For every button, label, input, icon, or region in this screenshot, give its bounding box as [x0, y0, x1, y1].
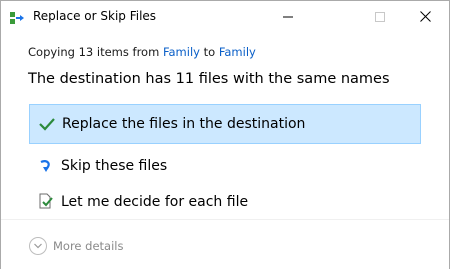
replace-skip-dialog: Replace or Skip Files Copying 13 items f…	[0, 0, 450, 269]
more-details-label: More details	[53, 239, 124, 253]
maximize-button[interactable]	[357, 1, 403, 32]
decide-each-option[interactable]: Let me decide for each file	[29, 182, 421, 222]
minimize-button[interactable]	[265, 1, 311, 32]
decide-files-icon	[37, 193, 55, 211]
replace-files-label: Replace the files in the destination	[62, 116, 306, 132]
conflict-heading: The destination has 11 files with the sa…	[28, 71, 390, 87]
replace-files-option[interactable]: Replace the files in the destination	[29, 104, 421, 144]
decide-each-label: Let me decide for each file	[61, 194, 249, 210]
window-title: Replace or Skip Files	[33, 9, 157, 23]
skip-files-option[interactable]: Skip these files	[29, 146, 421, 186]
close-icon	[419, 7, 431, 26]
copy-prefix: Copying 13 items from	[28, 45, 160, 59]
destination-folder-link[interactable]: Family	[219, 45, 256, 59]
more-details-toggle[interactable]: More details	[29, 237, 123, 255]
dialog-footer: More details	[1, 219, 449, 269]
source-folder-link[interactable]: Family	[163, 45, 200, 59]
chevron-down-icon	[29, 237, 47, 255]
copy-files-icon	[10, 10, 26, 24]
close-button[interactable]	[402, 1, 448, 32]
skip-arrow-icon	[37, 157, 55, 175]
skip-files-label: Skip these files	[61, 158, 168, 174]
to-word: to	[203, 45, 216, 59]
title-bar[interactable]: Replace or Skip Files	[1, 1, 449, 32]
copy-status: Copying 13 items from Family to Family	[28, 45, 256, 59]
checkmark-icon	[38, 115, 56, 133]
